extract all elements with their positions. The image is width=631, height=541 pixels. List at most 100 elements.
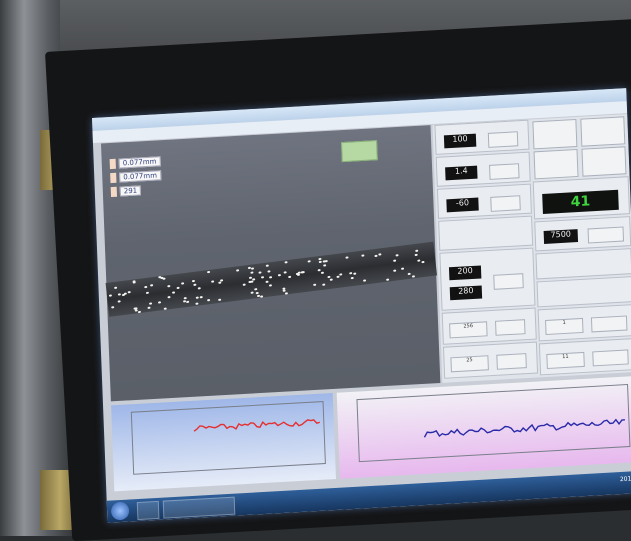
plot-frame — [131, 402, 325, 475]
speckle — [195, 302, 198, 304]
camera-view: 0.077mm 0.077mm 291 — [101, 125, 440, 401]
speckle — [328, 275, 331, 277]
speckle — [285, 261, 288, 263]
speckle — [283, 271, 286, 273]
counter-box: 41 — [533, 176, 630, 219]
set-button[interactable] — [488, 131, 519, 148]
speckle — [193, 283, 196, 285]
speckle — [317, 269, 320, 271]
wire-image — [106, 242, 437, 317]
speckle — [218, 282, 221, 284]
dropdown-box[interactable] — [535, 248, 631, 279]
readout-label — [110, 159, 116, 169]
diameter-chart — [111, 393, 336, 491]
set-button[interactable] — [591, 315, 628, 332]
speckle — [124, 292, 127, 294]
function-button[interactable] — [581, 146, 626, 176]
speckle — [353, 272, 356, 274]
speckle — [250, 291, 253, 293]
speckle — [211, 281, 214, 283]
speckle — [172, 291, 175, 293]
param-box: 25 — [443, 342, 538, 379]
readout-value: 0.077mm — [119, 156, 161, 168]
set-button[interactable] — [496, 353, 527, 370]
readout-label — [110, 173, 116, 183]
value-display: 7500 — [544, 229, 578, 244]
readout-row: 0.077mm — [110, 170, 161, 183]
stop-button[interactable] — [580, 116, 625, 146]
value-display: 100 — [444, 134, 476, 149]
speckle — [300, 271, 303, 273]
speckle — [386, 278, 389, 280]
set-button[interactable] — [489, 163, 520, 180]
param-box: -60 — [437, 184, 532, 219]
speckle — [127, 291, 130, 293]
monitor-screen: 0.077mm 0.077mm 291 100 1.4 -60 200 280 — [92, 88, 631, 523]
param-box: 1 — [538, 304, 631, 341]
speckle — [266, 281, 269, 283]
speckle — [198, 287, 201, 289]
speckle — [146, 292, 149, 294]
speckle — [251, 267, 254, 269]
speckle — [346, 257, 349, 259]
speckle — [297, 274, 300, 276]
control-panel: 100 1.4 -60 200 280 256 25 41 — [432, 114, 631, 383]
speckle — [258, 271, 261, 273]
speckle — [236, 270, 239, 272]
speckle — [267, 270, 270, 272]
speckle — [336, 276, 339, 278]
speckle — [339, 274, 342, 276]
speckle — [150, 284, 153, 286]
speckle — [260, 295, 263, 297]
speckle — [361, 255, 364, 257]
speckle — [278, 275, 281, 277]
speckle — [186, 301, 189, 303]
chart-plot — [111, 393, 336, 491]
readout-value: 291 — [120, 185, 142, 196]
chart-plot — [337, 376, 631, 479]
value-field[interactable]: 11 — [546, 352, 585, 369]
taskbar-item[interactable] — [163, 497, 236, 519]
deviation-chart — [337, 376, 631, 479]
speckle — [111, 306, 114, 308]
speckle — [323, 264, 326, 266]
taskbar-item[interactable] — [137, 501, 160, 520]
readout-row: 0.077mm — [110, 156, 161, 169]
speckle — [253, 278, 256, 280]
value-field[interactable]: 256 — [449, 321, 488, 338]
speckle — [109, 294, 112, 296]
set-button[interactable] — [490, 195, 521, 212]
set-button[interactable] — [493, 273, 524, 290]
speckle — [408, 272, 411, 274]
speckle — [256, 292, 259, 294]
set-button[interactable] — [495, 319, 526, 336]
param-box: 256 — [442, 308, 537, 345]
value-field[interactable]: 1 — [545, 318, 584, 335]
set-button[interactable] — [592, 349, 629, 366]
param-box: 1.4 — [436, 152, 531, 187]
set-button[interactable] — [588, 227, 625, 244]
function-button[interactable] — [534, 149, 579, 179]
value-display: 1.4 — [445, 166, 477, 181]
speckle — [265, 264, 268, 266]
speckle — [183, 300, 186, 302]
clock-date: 2016 — [620, 475, 631, 483]
start-button[interactable] — [532, 119, 577, 149]
speckle — [181, 283, 184, 285]
readout-label — [111, 187, 117, 197]
speckle — [374, 255, 377, 257]
dropdown-box[interactable] — [537, 276, 631, 307]
value-field[interactable]: 25 — [450, 355, 489, 372]
dropdown-box[interactable] — [438, 216, 533, 251]
param-box: 100 — [434, 120, 529, 155]
speckle — [176, 286, 179, 288]
speckle — [321, 272, 324, 274]
value-display: 200 — [449, 266, 481, 281]
speckle — [207, 299, 210, 301]
clock: 2016 — [620, 475, 631, 483]
start-button[interactable] — [111, 502, 130, 521]
speckle — [243, 283, 246, 285]
speckle — [378, 253, 381, 255]
series-line — [424, 419, 625, 437]
speckle — [192, 279, 195, 281]
